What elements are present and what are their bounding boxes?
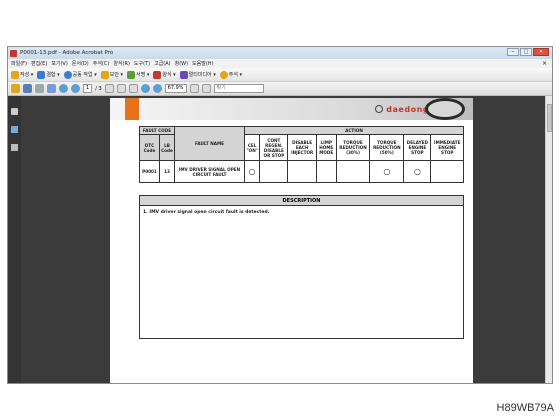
fault-code-table: FAULT CODE FAULT NAME ACTION DTC Code LB… — [139, 126, 464, 183]
mark-limp-home — [315, 160, 337, 183]
menu-edit[interactable]: 편집(E) — [31, 60, 47, 67]
print-icon[interactable] — [23, 84, 32, 93]
menu-forms[interactable]: 양식(R) — [113, 60, 130, 67]
document-view[interactable]: daedong FAULT CODE FAULT NAME ACTION DTC… — [21, 96, 545, 383]
zoom-level-input[interactable]: 67.9% — [164, 84, 187, 93]
brand-emblem-icon — [375, 105, 383, 113]
signatures-icon[interactable] — [11, 144, 18, 151]
description-box: DESCRIPTION 1. IMV driver signal open ci… — [139, 195, 464, 339]
workspace: daedong FAULT CODE FAULT NAME ACTION DTC… — [8, 96, 552, 383]
mark-torque-50: ○ — [369, 160, 405, 183]
form-icon — [153, 70, 162, 79]
lb-code-cell: 13 — [159, 160, 175, 183]
menu-tools[interactable]: 도구(T) — [134, 60, 150, 67]
page-header: daedong — [110, 98, 473, 120]
brand-logo-text: daedong — [386, 105, 429, 114]
comment-button[interactable]: 주석 ▾ — [219, 70, 242, 79]
acrobat-app-icon — [10, 49, 17, 57]
maximize-button[interactable]: □ — [520, 48, 532, 56]
secure-button[interactable]: 보안 ▾ — [100, 70, 123, 79]
pdf-page: daedong FAULT CODE FAULT NAME ACTION DTC… — [110, 98, 473, 383]
description-header: DESCRIPTION — [140, 196, 463, 206]
marquee-zoom-icon[interactable] — [128, 84, 138, 93]
lock-icon — [100, 70, 109, 79]
collaborate-icon — [63, 70, 72, 79]
menu-advanced[interactable]: 고급(A) — [154, 60, 171, 67]
create-button[interactable]: 작성 ▾ — [11, 70, 33, 79]
figure-label: H89WB79A — [496, 402, 554, 414]
menu-document[interactable]: 문서(D) — [72, 60, 89, 67]
search-input[interactable]: 찾기 — [213, 84, 264, 93]
acrobat-window: P0001-13.pdf - Adobe Acrobat Pro ─ □ ✕ 파… — [7, 46, 553, 384]
action-col-limp-home: LIMP HOME MODE — [315, 134, 337, 161]
email-icon[interactable] — [47, 84, 56, 93]
menu-window[interactable]: 창(W) — [175, 60, 188, 67]
navigation-panel — [8, 96, 21, 383]
hand-tool-icon[interactable] — [116, 84, 126, 93]
dtc-code-cell: P0001 — [139, 160, 160, 183]
lb-code-header: LB Code — [159, 134, 175, 161]
sign-icon — [127, 70, 136, 79]
action-col-torque-50: TORQUE REDUCTION (50%) — [369, 134, 405, 161]
description-text: 1. IMV driver signal open circuit fault … — [143, 210, 270, 215]
multimedia-button[interactable]: 멀티미디어 ▾ — [179, 70, 216, 79]
create-icon — [11, 70, 19, 79]
action-col-disable-injector: DISABLE EACH INJECTOR — [287, 134, 317, 161]
minimize-button[interactable]: ─ — [507, 48, 519, 56]
multimedia-icon — [179, 70, 188, 79]
menu-bar: 파일(F) 편집(E) 보기(V) 문서(D) 주석(C) 양식(R) 도구(T… — [8, 59, 552, 68]
task-toolbar: 작성 ▾ 결합 ▾ 공동 작업 ▾ 보안 ▾ 서명 ▾ 양식 ▾ 멀티미디어 ▾… — [8, 68, 552, 82]
menu-help[interactable]: 도움말(H) — [192, 60, 213, 67]
save-icon[interactable] — [35, 84, 44, 93]
select-tool-icon[interactable] — [104, 84, 114, 93]
collaborate-button[interactable]: 공동 작업 ▾ — [63, 70, 97, 79]
mark-cont-regen — [259, 160, 289, 183]
fit-page-icon[interactable] — [189, 84, 199, 93]
vertical-scrollbar[interactable] — [545, 96, 552, 383]
dtc-code-header: DTC Code — [139, 134, 160, 161]
fit-width-icon[interactable] — [201, 84, 211, 93]
action-col-immediate-stop: IMMEDIATE ENGINE STOP — [430, 134, 464, 161]
pages-icon[interactable] — [11, 108, 18, 115]
navigation-toolbar: 1 / 3 67.9% 찾기 — [8, 82, 552, 96]
action-col-torque-30: TORQUE REDUCTION (30%) — [335, 134, 371, 161]
previous-page-icon[interactable] — [59, 84, 68, 93]
title-bar: P0001-13.pdf - Adobe Acrobat Pro ─ □ ✕ — [8, 47, 552, 59]
table-row: P0001 13 IMV DRIVER SIGNAL OPEN CIRCUIT … — [139, 160, 464, 183]
combine-button[interactable]: 결합 ▾ — [37, 70, 60, 79]
window-title: P0001-13.pdf - Adobe Acrobat Pro — [20, 50, 114, 56]
mark-disable-injector — [287, 160, 317, 183]
fault-name-header: FAULT NAME — [174, 126, 245, 161]
forms-button[interactable]: 양식 ▾ — [153, 70, 176, 79]
sign-button[interactable]: 서명 ▾ — [127, 70, 149, 79]
menu-file[interactable]: 파일(F) — [11, 60, 27, 67]
action-col-cel-on: CEL "ON" — [243, 134, 261, 161]
comment-icon — [219, 70, 228, 79]
mark-delayed-stop: ○ — [403, 160, 432, 183]
combine-icon — [37, 70, 46, 79]
mark-torque-30 — [335, 160, 371, 183]
scrollbar-thumb[interactable] — [547, 104, 552, 132]
orange-header-tab — [125, 98, 139, 120]
page-total-label: / 3 — [95, 85, 102, 92]
mark-cel-on: ○ — [243, 160, 261, 183]
next-page-icon[interactable] — [71, 84, 80, 93]
menu-comments[interactable]: 주석(C) — [93, 60, 110, 67]
bookmarks-icon[interactable] — [11, 126, 18, 133]
document-close-button[interactable]: × — [542, 60, 547, 67]
action-col-delayed-stop: DELAYED ENGINE STOP — [403, 134, 432, 161]
close-button[interactable]: ✕ — [533, 48, 549, 56]
action-col-cont-regen: CONT REGEN. DISABLE OR STOP — [259, 134, 289, 161]
zoom-out-icon[interactable] — [140, 84, 150, 93]
page-number-input[interactable]: 1 — [83, 84, 93, 93]
zoom-in-icon[interactable] — [152, 84, 162, 93]
mark-immediate-stop — [430, 160, 464, 183]
fault-code-header: FAULT CODE — [139, 126, 175, 135]
menu-view[interactable]: 보기(V) — [51, 60, 68, 67]
open-folder-icon[interactable] — [11, 84, 20, 93]
action-header: ACTION — [244, 126, 464, 135]
fault-name-cell: IMV DRIVER SIGNAL OPEN CIRCUIT FAULT — [174, 160, 245, 183]
brand-swoosh-icon — [425, 98, 465, 120]
